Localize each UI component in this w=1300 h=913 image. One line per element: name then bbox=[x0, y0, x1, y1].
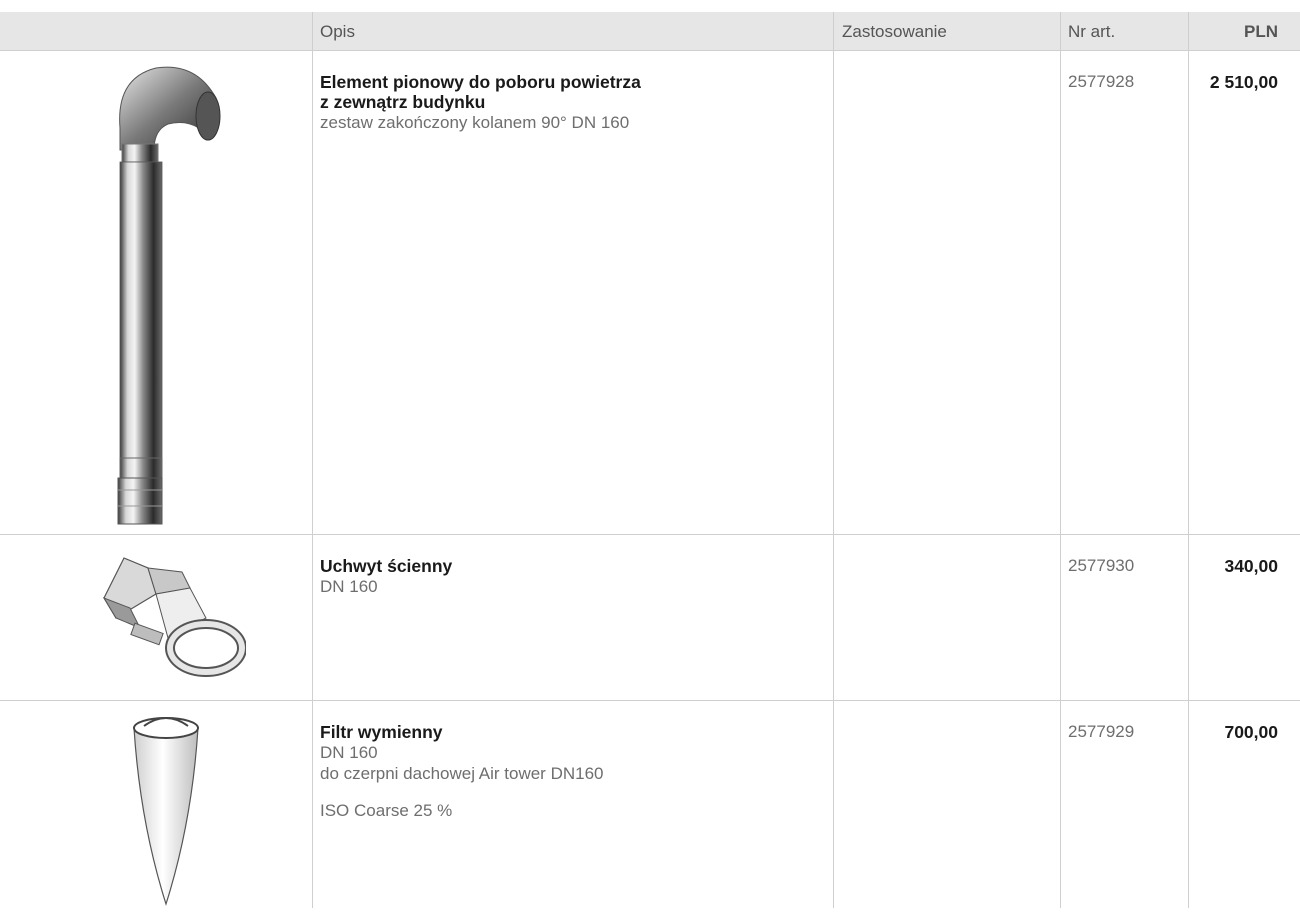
product-title: z zewnątrz budynku bbox=[320, 92, 486, 112]
article-number: 2577930 bbox=[1068, 556, 1135, 575]
price: 2 510,00 bbox=[1209, 72, 1278, 92]
product-detail: DN 160 bbox=[320, 577, 378, 596]
header-article-number: Nr art. bbox=[1068, 22, 1116, 41]
article-number: 2577928 bbox=[1068, 72, 1135, 91]
product-detail: DN 160 bbox=[320, 743, 378, 762]
product-title: Filtr wymienny bbox=[320, 722, 443, 742]
table-header: Opis Zastosowanie Nr art. PLN bbox=[0, 12, 1300, 50]
product-title: Uchwyt ścienny bbox=[320, 556, 453, 576]
wall-bracket-icon bbox=[96, 548, 247, 694]
product-detail: do czerpni dachowej Air tower DN160 bbox=[320, 764, 604, 783]
product-title: Element pionowy do poboru powietrza bbox=[320, 72, 641, 92]
row-description: Element pionowy do poboru powietrza z ze… bbox=[320, 72, 820, 133]
article-number: 2577929 bbox=[1068, 722, 1135, 741]
header-price: PLN bbox=[1244, 22, 1278, 41]
column-divider bbox=[312, 12, 313, 908]
row-description: Uchwyt ścienny DN 160 bbox=[320, 556, 820, 597]
header-usage: Zastosowanie bbox=[842, 22, 947, 41]
product-detail: zestaw zakończony kolanem 90° DN 160 bbox=[320, 113, 630, 132]
column-divider bbox=[1188, 12, 1189, 908]
row-divider bbox=[0, 700, 1300, 701]
row-divider bbox=[0, 50, 1300, 51]
price: 340,00 bbox=[1224, 556, 1278, 576]
replaceable-filter-icon bbox=[126, 712, 206, 908]
price: 700,00 bbox=[1224, 722, 1278, 742]
vertical-air-intake-pipe-icon bbox=[96, 58, 236, 528]
column-divider bbox=[1060, 12, 1061, 908]
product-detail: ISO Coarse 25 % bbox=[320, 801, 453, 820]
header-description: Opis bbox=[320, 22, 355, 41]
column-divider bbox=[833, 12, 834, 908]
row-divider bbox=[0, 534, 1300, 535]
row-description: Filtr wymienny DN 160 do czerpni dachowe… bbox=[320, 722, 820, 821]
